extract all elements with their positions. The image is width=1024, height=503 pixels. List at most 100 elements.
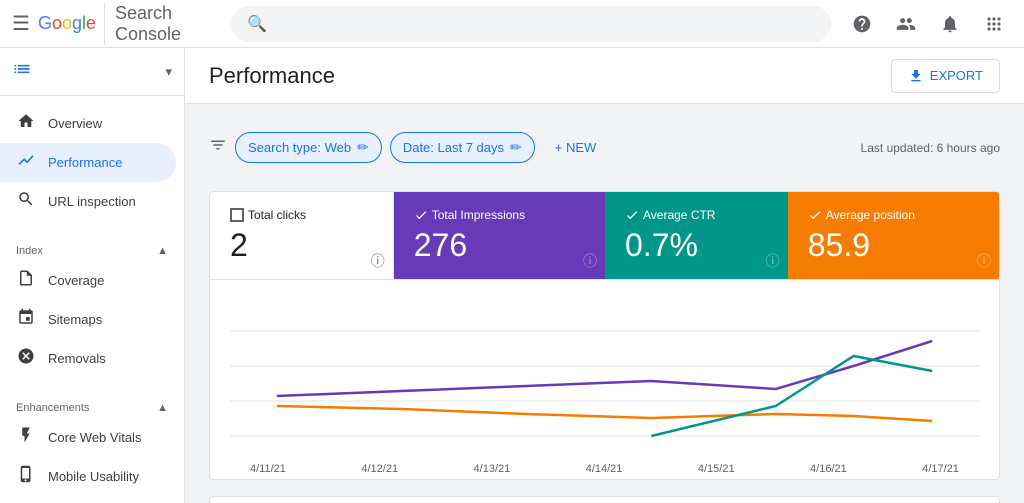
- avg-ctr-info-icon[interactable]: ⓘ: [766, 251, 780, 271]
- total-clicks-checkbox[interactable]: [230, 208, 244, 222]
- sidebar-item-label-coverage: Coverage: [48, 273, 104, 288]
- sidebar-item-label-performance: Performance: [48, 155, 122, 170]
- search-type-edit-icon[interactable]: ✏: [357, 139, 369, 156]
- search-icon: 🔍: [247, 14, 267, 34]
- tabs-header: QUERIES PAGES COUNTRIES DEVICES SEARCH A…: [210, 497, 999, 503]
- impressions-info-icon[interactable]: ⓘ: [583, 251, 597, 271]
- tab-search-appearance[interactable]: SEARCH APPEARANCE: [620, 497, 814, 503]
- x-label-4: 4/15/21: [698, 463, 735, 475]
- tab-dates[interactable]: DATES: [814, 497, 899, 503]
- filter-left: Search type: Web ✏ Date: Last 7 days ✏ +…: [209, 132, 608, 163]
- metric-value-total-clicks: 2: [230, 228, 373, 263]
- enhancements-section: Enhancements ▲ Core Web Vitals Mobile Us…: [0, 386, 184, 503]
- bell-icon[interactable]: [932, 6, 968, 42]
- main-header: Performance EXPORT: [185, 48, 1024, 104]
- performance-chart: [230, 296, 979, 456]
- index-section-label: Index ▲: [0, 237, 184, 261]
- content-area: Search type: Web ✏ Date: Last 7 days ✏ +…: [185, 104, 1024, 503]
- avg-position-info-icon[interactable]: ⓘ: [977, 251, 991, 271]
- sidebar-item-label-removals: Removals: [48, 351, 106, 366]
- search-type-filter[interactable]: Search type: Web ✏: [235, 132, 382, 163]
- header-actions: [844, 6, 1012, 42]
- date-filter[interactable]: Date: Last 7 days ✏: [390, 132, 535, 163]
- home-icon: [16, 112, 36, 135]
- chart-x-axis: 4/11/21 4/12/21 4/13/21 4/14/21 4/15/21 …: [230, 463, 979, 475]
- total-clicks-info-icon[interactable]: ⓘ: [371, 251, 385, 271]
- sidebar-item-label-url-inspection: URL inspection: [48, 194, 136, 209]
- tab-devices[interactable]: DEVICES: [519, 497, 620, 503]
- sidebar-item-core-web-vitals[interactable]: Core Web Vitals: [0, 418, 176, 457]
- new-filter-button[interactable]: + NEW: [543, 134, 609, 161]
- new-filter-label: + NEW: [555, 140, 597, 155]
- property-selector[interactable]: ▾: [0, 48, 184, 96]
- enhancements-section-label: Enhancements ▲: [0, 394, 184, 418]
- chart-area: 4/11/21 4/12/21 4/13/21 4/14/21 4/15/21 …: [210, 279, 999, 479]
- metric-value-avg-position: 85.9: [808, 228, 979, 263]
- removals-icon: [16, 347, 36, 370]
- tab-countries[interactable]: COUNTRIES: [398, 497, 519, 503]
- metric-value-avg-ctr: 0.7%: [625, 228, 768, 263]
- sidebar-item-coverage[interactable]: Coverage: [0, 261, 176, 300]
- sidebar-item-label-mobile-usability: Mobile Usability: [48, 469, 139, 484]
- metric-total-impressions: Total Impressions 276 ⓘ: [394, 192, 605, 279]
- x-label-2: 4/13/21: [474, 463, 511, 475]
- top-header: ☰ Google Search Console 🔍: [0, 0, 1024, 48]
- search-bar[interactable]: 🔍: [231, 6, 831, 42]
- header-logo: ☰ Google Search Console: [12, 3, 219, 45]
- tabs-section: QUERIES PAGES COUNTRIES DEVICES SEARCH A…: [209, 496, 1000, 503]
- main-content: Performance EXPORT Search type: Web ✏: [185, 48, 1024, 503]
- google-logo: Google: [38, 13, 96, 34]
- index-collapse-icon[interactable]: ▲: [157, 245, 168, 257]
- filter-icon[interactable]: [209, 136, 227, 159]
- last-updated: Last updated: 6 hours ago: [861, 141, 1000, 155]
- main-nav: Overview Performance URL inspection: [0, 96, 184, 229]
- export-button[interactable]: EXPORT: [891, 59, 1000, 93]
- people-icon[interactable]: [888, 6, 924, 42]
- core-web-vitals-icon: [16, 426, 36, 449]
- metric-label-impressions: Total Impressions: [414, 208, 585, 222]
- tab-queries[interactable]: QUERIES: [210, 497, 312, 503]
- metrics-row: Total clicks 2 ⓘ Total Impressions 276 ⓘ: [210, 192, 999, 279]
- property-dropdown-icon: ▾: [165, 64, 172, 80]
- performance-icon: [16, 151, 36, 174]
- hamburger-icon[interactable]: ☰: [12, 11, 30, 36]
- sidebar-item-overview[interactable]: Overview: [0, 104, 176, 143]
- sidebar-item-label-overview: Overview: [48, 116, 102, 131]
- property-icon: [12, 59, 32, 84]
- search-input[interactable]: [275, 16, 815, 32]
- metric-label-avg-position: Average position: [808, 208, 979, 222]
- url-inspection-icon: [16, 190, 36, 213]
- metric-label-total-clicks: Total clicks: [230, 208, 373, 222]
- sidebar-item-performance[interactable]: Performance: [0, 143, 176, 182]
- date-edit-icon[interactable]: ✏: [510, 139, 522, 156]
- metric-average-position: Average position 85.9 ⓘ: [788, 192, 999, 279]
- export-label: EXPORT: [930, 68, 983, 83]
- metric-average-ctr: Average CTR 0.7% ⓘ: [605, 192, 788, 279]
- index-section: Index ▲ Coverage Sitemaps Removals: [0, 229, 184, 386]
- product-name-label: Search Console: [104, 3, 219, 45]
- app-layout: ▾ Overview Performance URL inspection: [0, 48, 1024, 503]
- x-label-3: 4/14/21: [586, 463, 623, 475]
- sidebar: ▾ Overview Performance URL inspection: [0, 48, 185, 503]
- sidebar-item-sitemaps[interactable]: Sitemaps: [0, 300, 176, 339]
- x-label-5: 4/16/21: [810, 463, 847, 475]
- page-title: Performance: [209, 63, 335, 89]
- sitemaps-icon: [16, 308, 36, 331]
- mobile-usability-icon: [16, 465, 36, 488]
- filter-bar: Search type: Web ✏ Date: Last 7 days ✏ +…: [209, 120, 1000, 175]
- metrics-card: Total clicks 2 ⓘ Total Impressions 276 ⓘ: [209, 191, 1000, 480]
- x-label-1: 4/12/21: [361, 463, 398, 475]
- metric-value-impressions: 276: [414, 228, 585, 263]
- help-icon[interactable]: [844, 6, 880, 42]
- sidebar-item-mobile-usability[interactable]: Mobile Usability: [0, 457, 176, 496]
- date-label: Date: Last 7 days: [403, 140, 504, 155]
- sidebar-item-removals[interactable]: Removals: [0, 339, 176, 378]
- enhancements-collapse-icon[interactable]: ▲: [157, 402, 168, 414]
- sidebar-item-label-core-web-vitals: Core Web Vitals: [48, 430, 141, 445]
- metric-label-avg-ctr: Average CTR: [625, 208, 768, 222]
- coverage-icon: [16, 269, 36, 292]
- tab-pages[interactable]: PAGES: [312, 497, 398, 503]
- apps-icon[interactable]: [976, 6, 1012, 42]
- sidebar-item-breadcrumbs[interactable]: Breadcrumbs: [0, 496, 176, 503]
- sidebar-item-url-inspection[interactable]: URL inspection: [0, 182, 176, 221]
